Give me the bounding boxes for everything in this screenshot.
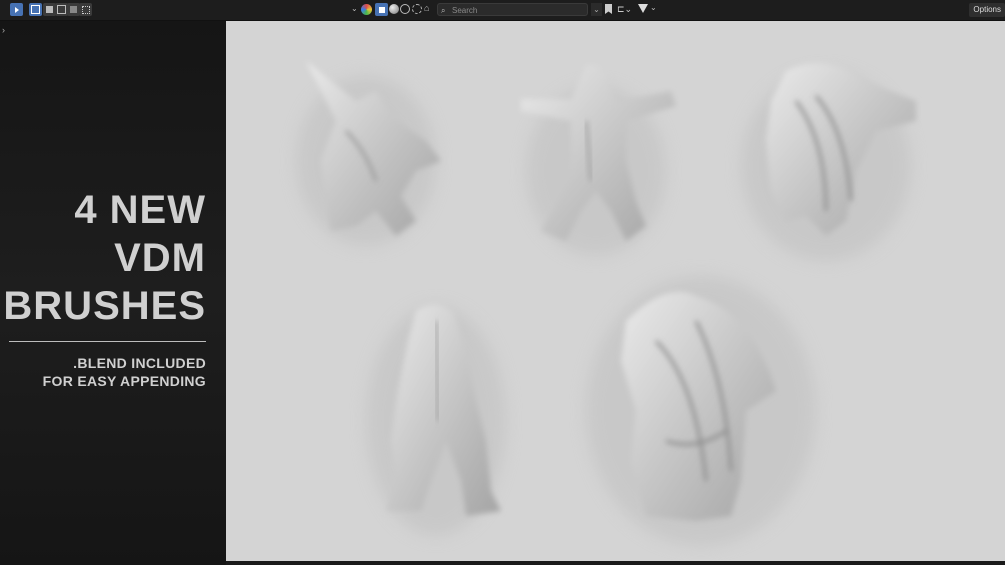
filter-icon[interactable] bbox=[638, 4, 648, 13]
options-button[interactable]: Options bbox=[969, 3, 1005, 17]
outliner-filter-icon[interactable]: ⌂ bbox=[424, 3, 429, 13]
shading-dropdown-icon[interactable]: ⌄ bbox=[351, 4, 358, 13]
viewport-canvas bbox=[296, 61, 916, 546]
chevron-right-icon[interactable]: › bbox=[2, 25, 5, 35]
promo-subtitle: .BLEND INCLUDED FOR EASY APPENDING bbox=[43, 354, 206, 390]
search-icon: ⌕ bbox=[441, 6, 446, 15]
hierarchy-icon[interactable]: ⊏⌄ bbox=[617, 4, 632, 15]
search-placeholder: Search bbox=[452, 6, 478, 15]
brush-preview-1 bbox=[296, 61, 441, 246]
material-icon[interactable] bbox=[361, 4, 372, 15]
left-panel: › 4 NEW VDM BRUSHES .BLEND INCLUDED FOR … bbox=[0, 21, 226, 565]
mode-intersect-icon[interactable] bbox=[79, 3, 92, 16]
promo-title: 4 NEW VDM BRUSHES bbox=[3, 186, 206, 330]
search-field[interactable]: ⌕ Search bbox=[437, 3, 588, 16]
solid-icon[interactable] bbox=[375, 3, 388, 16]
promo-title-line-1: 4 NEW bbox=[74, 188, 206, 232]
select-tool-icon[interactable] bbox=[10, 3, 23, 16]
brush-preview-5 bbox=[586, 276, 816, 546]
promo-title-line-3: BRUSHES bbox=[3, 284, 206, 328]
brush-preview-3 bbox=[741, 63, 916, 261]
divider bbox=[9, 341, 206, 342]
promo-title-line-2: VDM bbox=[114, 236, 206, 280]
top-toolbar: ⌄ ⌂ ⌕ Search ⌄ ⊏⌄ ⌄ Options bbox=[0, 0, 1005, 21]
filter-dropdown-icon[interactable]: ⌄ bbox=[650, 3, 657, 12]
brush-preview-4 bbox=[366, 303, 506, 536]
bookmark-icon[interactable] bbox=[605, 4, 612, 14]
promo-subtitle-line-1: .BLEND INCLUDED bbox=[73, 355, 206, 371]
mode-new-icon[interactable] bbox=[29, 3, 42, 16]
3d-viewport[interactable] bbox=[226, 21, 1005, 561]
viewport-shading-icon[interactable] bbox=[389, 4, 399, 14]
rendered-icon[interactable] bbox=[412, 4, 422, 14]
brush-preview-2 bbox=[521, 65, 676, 256]
link-icon[interactable] bbox=[400, 4, 410, 14]
search-dropdown-icon[interactable]: ⌄ bbox=[591, 3, 602, 16]
promo-subtitle-line-2: FOR EASY APPENDING bbox=[42, 373, 206, 389]
